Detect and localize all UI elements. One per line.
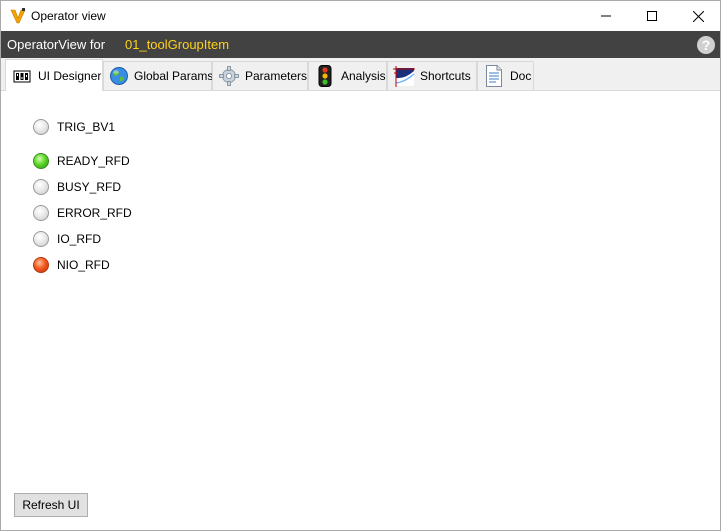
tab-doc[interactable]: Doc bbox=[477, 61, 534, 90]
refresh-ui-button[interactable]: Refresh UI bbox=[14, 493, 88, 517]
led-indicator-icon bbox=[33, 231, 49, 247]
tab-label: Shortcuts bbox=[420, 69, 471, 83]
indicator-label: ERROR_RFD bbox=[57, 206, 132, 220]
indicator-nio-rfd: NIO_RFD bbox=[33, 256, 110, 274]
led-indicator-icon bbox=[33, 257, 49, 273]
led-indicator-icon bbox=[33, 153, 49, 169]
help-icon[interactable]: ? bbox=[697, 36, 715, 54]
window-title: Operator view bbox=[31, 9, 106, 23]
close-icon bbox=[692, 10, 704, 22]
indicator-trig-bv1: TRIG_BV1 bbox=[33, 118, 115, 136]
ui-designer-icon bbox=[11, 65, 33, 87]
tool-group-name: 01_toolGroupItem bbox=[125, 37, 230, 52]
tab-label: Parameters bbox=[244, 69, 307, 83]
indicator-label: READY_RFD bbox=[57, 154, 130, 168]
led-indicator-icon bbox=[33, 205, 49, 221]
shortcuts-icon bbox=[393, 65, 415, 87]
gear-icon bbox=[218, 65, 240, 87]
indicator-error-rfd: ERROR_RFD bbox=[33, 204, 132, 222]
indicator-ready-rfd: READY_RFD bbox=[33, 152, 130, 170]
ui-designer-panel: TRIG_BV1 READY_RFD BUSY_RFD ERROR_RFD IO… bbox=[1, 91, 720, 530]
vi-logo-icon bbox=[10, 8, 26, 24]
tab-label: Global Params bbox=[134, 69, 214, 83]
minimize-button[interactable] bbox=[583, 1, 629, 31]
tab-analysis[interactable]: Analysis bbox=[308, 61, 387, 90]
led-indicator-icon bbox=[33, 179, 49, 195]
tab-global-params[interactable]: Global Params bbox=[103, 61, 214, 90]
indicator-label: NIO_RFD bbox=[57, 258, 110, 272]
tab-bar: UI Designer Global Params Parameters Ana… bbox=[1, 58, 720, 91]
tab-shortcuts[interactable]: Shortcuts bbox=[387, 61, 477, 90]
tab-label: Doc bbox=[510, 69, 532, 83]
tab-ui-designer[interactable]: UI Designer bbox=[5, 59, 103, 91]
document-icon bbox=[483, 65, 505, 87]
indicator-label: IO_RFD bbox=[57, 232, 102, 246]
indicator-label: TRIG_BV1 bbox=[57, 120, 116, 134]
indicator-io-rfd: IO_RFD bbox=[33, 230, 101, 248]
header-label: OperatorView for bbox=[7, 37, 106, 52]
tab-label: Analysis bbox=[341, 69, 386, 83]
title-bar[interactable]: Operator view bbox=[1, 1, 720, 31]
indicator-label: BUSY_RFD bbox=[57, 180, 122, 194]
close-button[interactable] bbox=[675, 1, 721, 31]
tab-label: UI Designer bbox=[38, 68, 102, 83]
operator-view-window: Operator view OperatorView for 01_toolGr… bbox=[0, 0, 721, 531]
maximize-icon bbox=[647, 11, 657, 21]
led-indicator-icon bbox=[33, 119, 49, 135]
maximize-button[interactable] bbox=[629, 1, 675, 31]
indicator-busy-rfd: BUSY_RFD bbox=[33, 178, 121, 196]
operator-view-header: OperatorView for 01_toolGroupItem ? bbox=[1, 31, 720, 58]
globe-icon bbox=[109, 65, 129, 87]
minimize-icon bbox=[601, 15, 611, 17]
tab-parameters[interactable]: Parameters bbox=[212, 61, 308, 90]
traffic-light-icon bbox=[314, 65, 336, 87]
